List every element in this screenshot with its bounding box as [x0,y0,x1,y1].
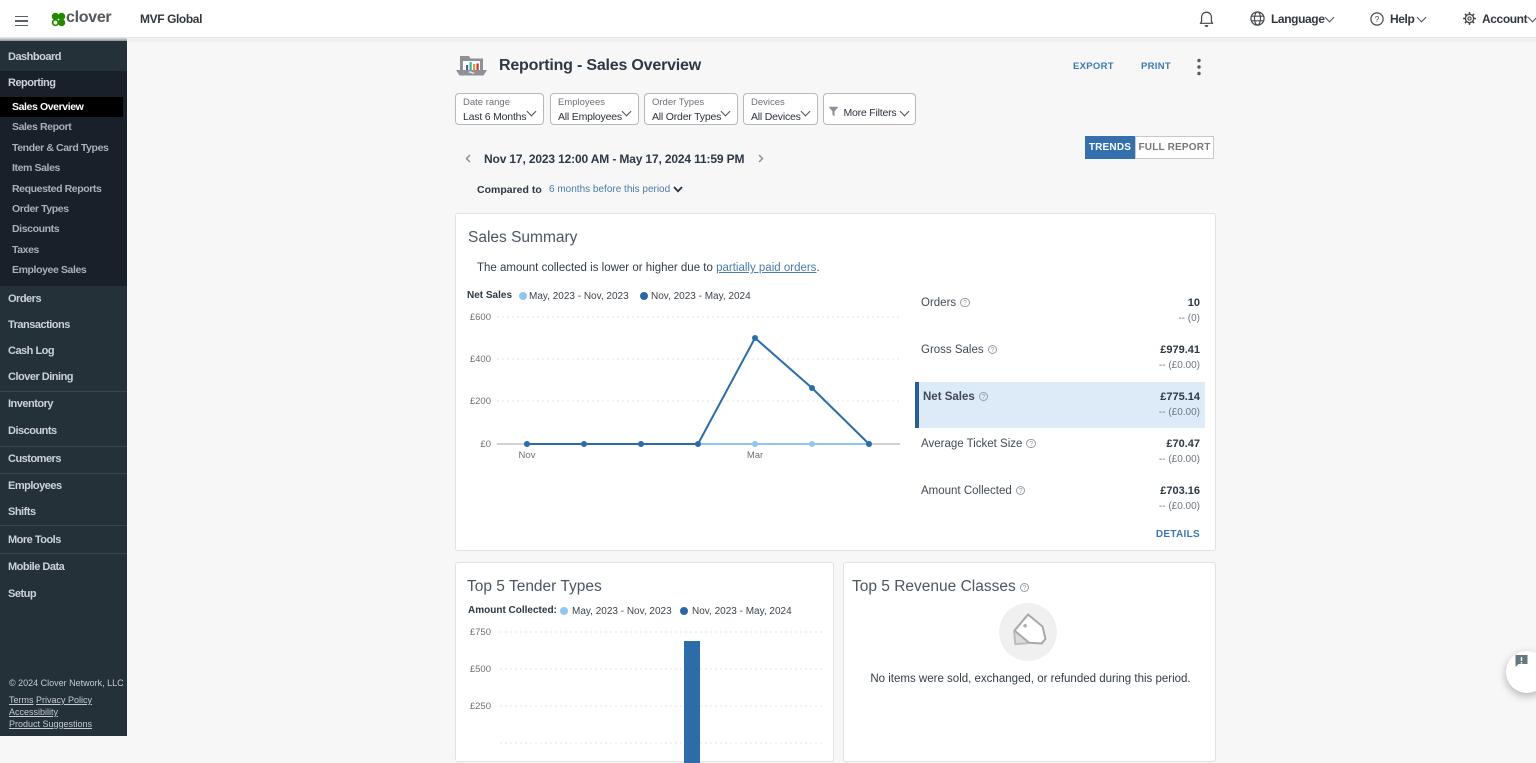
svg-text:£500: £500 [470,664,491,675]
svg-text:£250: £250 [470,701,491,712]
svg-text:£600: £600 [470,312,491,323]
svg-text:£750: £750 [470,627,491,638]
svg-text:£200: £200 [470,396,491,407]
svg-text:Mar: Mar [747,450,763,461]
svg-text:Nov: Nov [519,450,536,461]
svg-text:?: ? [1375,15,1380,24]
svg-text:£400: £400 [470,354,491,365]
svg-text:£0: £0 [480,439,491,450]
